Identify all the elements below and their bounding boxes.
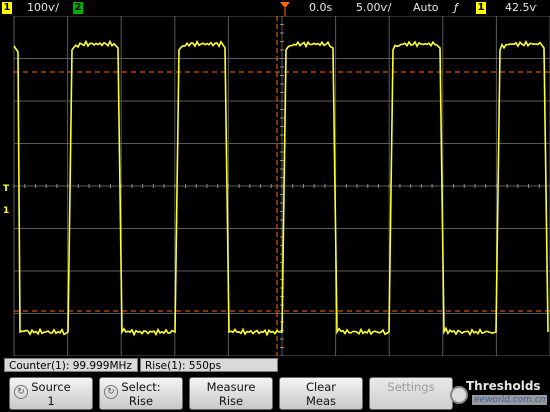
source-softkey[interactable]: ↻ Source 1 bbox=[9, 377, 93, 410]
measure-rise-softkey[interactable]: Measure Rise bbox=[189, 377, 273, 410]
time-scale: 5.00ѵ/ bbox=[356, 1, 392, 14]
waveform-display[interactable]: T 1 bbox=[0, 16, 550, 356]
measurement-counter: Counter(1): 99.999MHz bbox=[4, 358, 138, 372]
softkey-label: Settings bbox=[387, 380, 435, 394]
graticule bbox=[13, 16, 550, 356]
time-delay: 0.0s bbox=[309, 1, 333, 14]
channel1-indicator[interactable]: 1 bbox=[2, 2, 12, 14]
softkey-label: Select: bbox=[121, 380, 161, 394]
softkey-value: Rise bbox=[128, 394, 154, 408]
trigger-source-indicator[interactable]: 1 bbox=[476, 2, 486, 14]
trigger-level: 42.5ѵ bbox=[505, 1, 537, 14]
watermark-site: eeworld.com.cn bbox=[472, 395, 548, 405]
channel1-ground-marker[interactable]: 1 bbox=[3, 206, 9, 216]
channel2-indicator[interactable]: 2 bbox=[73, 2, 83, 14]
trigger-level-marker[interactable]: T bbox=[3, 184, 9, 194]
trigger-slope-icon: ƒ bbox=[454, 1, 458, 14]
softkey-label: Measure bbox=[206, 380, 256, 394]
trigger-position-marker-icon bbox=[280, 2, 290, 16]
softkey-label: Source bbox=[31, 380, 71, 394]
softkey-value: Meas bbox=[305, 394, 337, 408]
softkey-label: Clear bbox=[305, 380, 337, 394]
softkey-value: Rise bbox=[218, 394, 244, 408]
clear-meas-softkey[interactable]: Clear Meas bbox=[279, 377, 363, 410]
watermark: Thresholds eeworld.com.cn bbox=[450, 378, 548, 410]
softkey-value: 1 bbox=[47, 394, 55, 408]
measurement-bar: Counter(1): 99.999MHz Rise(1): 550ps bbox=[0, 356, 550, 374]
status-bar: 1 100ѵ/ 2 0.0s 5.00ѵ/ Auto ƒ 1 42.5ѵ bbox=[0, 0, 550, 16]
channel1-scale: 100ѵ/ bbox=[27, 1, 60, 14]
trigger-mode: Auto bbox=[413, 1, 439, 14]
measurement-rise: Rise(1): 550ps bbox=[140, 358, 278, 372]
channel1-waveform bbox=[13, 39, 549, 337]
settings-softkey[interactable]: Settings bbox=[369, 377, 453, 410]
watermark-thresholds: Thresholds bbox=[466, 379, 541, 393]
select-softkey[interactable]: ↻ Select: Rise bbox=[99, 377, 183, 410]
